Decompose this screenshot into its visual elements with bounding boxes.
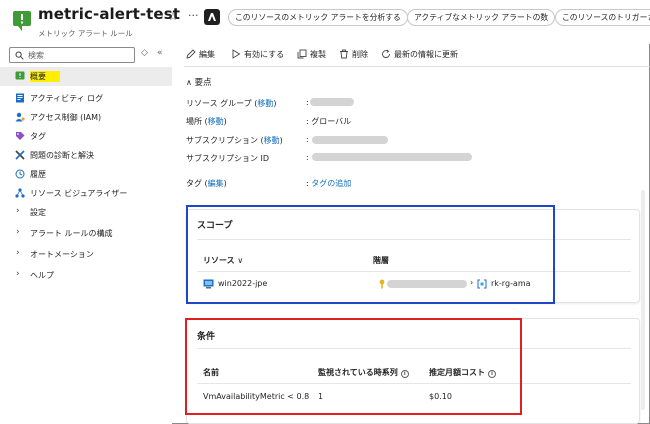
iam-icon <box>15 112 25 122</box>
essentials-heading: 要点 <box>194 78 212 88</box>
collapse-sidebar-icon[interactable]: « <box>157 48 163 58</box>
sidebar-item-iam[interactable]: アクセス制御 (IAM) <box>0 108 172 127</box>
sidebar-item-label: リソース ビジュアライザー <box>30 189 128 198</box>
sidebar-item-label: アクセス制御 (IAM) <box>30 113 102 122</box>
search-icon <box>15 51 24 60</box>
scope-annotation-box <box>186 205 555 304</box>
condition-annotation-box <box>185 318 522 415</box>
subscription-label-text: サブスクリプション <box>186 136 258 145</box>
chevron-right-icon: › <box>16 269 20 279</box>
visualizer-icon <box>15 188 25 198</box>
subscription-id-colon: : <box>306 153 309 162</box>
chevron-right-icon: › <box>16 206 20 216</box>
activity-log-icon <box>16 93 24 103</box>
sidebar-item-overview[interactable]: 概要 <box>0 67 172 86</box>
tags-label: タグ (編集) <box>186 179 227 188</box>
location-move-link[interactable]: 移動 <box>208 117 224 126</box>
history-icon <box>15 169 25 179</box>
sidebar-item-settings[interactable]: › 設定 <box>0 203 172 222</box>
sidebar-item-label: オートメーション <box>30 250 94 259</box>
sidebar-item-label: 履歴 <box>30 170 46 179</box>
subscription-move-link[interactable]: 移動 <box>264 136 280 145</box>
edit-icon <box>186 49 196 59</box>
location-label: 場所 (移動) <box>186 117 227 126</box>
resource-group-label: リソース グループ (移動) <box>186 99 277 108</box>
copilot-icon[interactable] <box>204 9 220 25</box>
more-actions-icon[interactable]: ··· <box>188 9 199 22</box>
sidebar-item-resource-visualizer[interactable]: リソース ビジュアライザー <box>0 184 172 203</box>
tag-icon <box>16 132 25 140</box>
page-subtitle: メトリック アラート ルール <box>38 29 133 38</box>
analyze-metric-alerts-button[interactable]: このリソースのメトリック アラートを分析する <box>228 9 408 26</box>
delete-icon <box>340 49 348 59</box>
tags-colon: : <box>306 179 309 188</box>
resource-group-value-redacted[interactable] <box>310 98 354 106</box>
favorite-star-icon[interactable]: ☆ <box>168 10 178 23</box>
sidebar-item-label: タグ <box>30 132 46 141</box>
toolbar-divider <box>184 66 650 67</box>
chevron-right-icon: › <box>16 227 20 237</box>
subscription-colon: : <box>306 135 309 144</box>
scrollbar[interactable] <box>641 190 645 410</box>
chevron-up-icon: ∧ <box>186 78 192 87</box>
sidebar-item-label: 問題の診断と解決 <box>30 151 94 160</box>
subscription-id-label: サブスクリプション ID <box>186 154 270 163</box>
sidebar-item-help[interactable]: › ヘルプ <box>0 266 172 285</box>
overview-icon <box>15 71 25 80</box>
triggered-alerts-button[interactable]: このリソースのトリガーさ <box>555 9 650 26</box>
delete-button[interactable]: 削除 <box>352 49 368 60</box>
tags-edit-link[interactable]: 編集 <box>208 179 224 188</box>
page-title: metric-alert-test <box>38 5 181 23</box>
sidebar-item-alert-rule-config[interactable]: › アラート ルールの構成 <box>0 224 172 243</box>
active-alerts-count-button[interactable]: アクティブなメトリック アラートの数 <box>407 9 556 26</box>
resource-group-move-link[interactable]: 移動 <box>257 99 273 108</box>
sidebar-item-history[interactable]: 履歴 <box>0 165 172 184</box>
refresh-button[interactable]: 最新の情報に更新 <box>394 49 458 60</box>
chevron-right-icon: › <box>16 248 20 258</box>
location-value: : グローバル <box>306 117 352 126</box>
sidebar-item-tags[interactable]: タグ <box>0 127 172 146</box>
sidebar-item-automation[interactable]: › オートメーション <box>0 245 172 264</box>
search-placeholder: 検索 <box>28 51 44 60</box>
sidebar-item-label: アラート ルールの構成 <box>30 229 113 238</box>
essentials-toggle[interactable]: ∧ 要点 <box>186 76 212 88</box>
add-tag-link[interactable]: タグの追加 <box>311 179 351 188</box>
resource-group-label-text: リソース グループ <box>186 99 252 108</box>
edit-button[interactable]: 編集 <box>199 49 215 60</box>
sidebar-item-diagnose[interactable]: 問題の診断と解決 <box>0 146 172 165</box>
search-input[interactable]: 検索 <box>9 47 135 63</box>
location-label-text: 場所 <box>186 117 202 126</box>
metric-alert-icon <box>13 11 31 31</box>
sidebar: 検索 ◇ « 概要 アクティビティ ログ アクセス制御 (IAM) タグ 問題の… <box>0 44 172 424</box>
sidebar-item-label: 設定 <box>30 208 46 217</box>
enable-button[interactable]: 有効にする <box>244 49 284 60</box>
sidebar-item-label: ヘルプ <box>30 271 54 280</box>
resource-group-colon: : <box>306 98 309 107</box>
sidebar-item-activity-log[interactable]: アクティビティ ログ <box>0 89 172 108</box>
enable-icon <box>232 49 241 59</box>
subscription-id-value-redacted <box>312 153 472 161</box>
diagnose-icon <box>15 150 25 160</box>
subscription-label: サブスクリプション (移動) <box>186 136 283 145</box>
duplicate-icon <box>297 49 307 59</box>
sidebar-item-label: アクティビティ ログ <box>30 94 104 103</box>
tags-label-text: タグ <box>186 179 202 188</box>
tags-value: : タグの追加 <box>306 178 351 189</box>
sidebar-item-label: 概要 <box>30 71 60 82</box>
subscription-value-redacted[interactable] <box>312 136 388 144</box>
page-header: metric-alert-test メトリック アラート ルール ☆ ··· こ… <box>0 0 650 44</box>
refresh-icon <box>382 49 390 58</box>
duplicate-button[interactable]: 複製 <box>310 49 326 60</box>
expand-collapse-icon[interactable]: ◇ <box>141 48 148 58</box>
